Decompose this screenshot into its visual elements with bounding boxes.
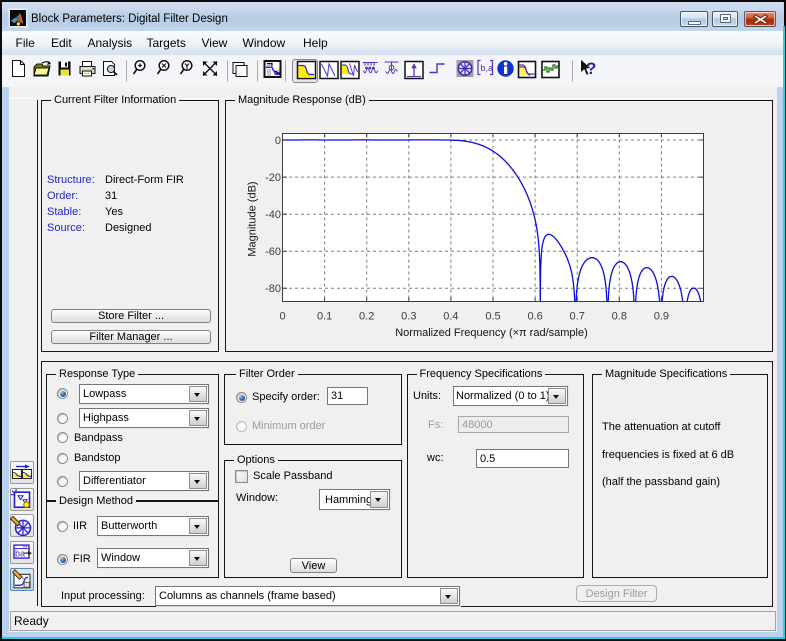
svg-text:0: 0 [279, 311, 285, 323]
svg-text:-40: -40 [265, 209, 281, 221]
svg-text:ba: ba [15, 549, 25, 559]
svg-text:0.2: 0.2 [359, 311, 374, 323]
svg-text:0.1: 0.1 [317, 311, 332, 323]
svg-text:?: ? [586, 59, 596, 78]
svg-text:-60: -60 [265, 246, 281, 258]
svg-text:0.9: 0.9 [654, 311, 669, 323]
svg-text:0.4: 0.4 [443, 311, 458, 323]
svg-text:Normalized Frequency (×π rad/s: Normalized Frequency (×π rad/sample) [395, 327, 588, 339]
svg-text:Magnitude (dB): Magnitude (dB) [247, 181, 259, 256]
svg-text:0: 0 [275, 135, 281, 147]
svg-text:0.8: 0.8 [612, 311, 627, 323]
svg-text:0.5: 0.5 [485, 311, 500, 323]
svg-text:0.3: 0.3 [401, 311, 416, 323]
svg-text:-80: -80 [265, 283, 281, 295]
svg-text:-20: -20 [265, 172, 281, 184]
svg-text:0.7: 0.7 [570, 311, 585, 323]
svg-text:0.6: 0.6 [527, 311, 542, 323]
svg-text:b,a: b,a [481, 63, 494, 73]
